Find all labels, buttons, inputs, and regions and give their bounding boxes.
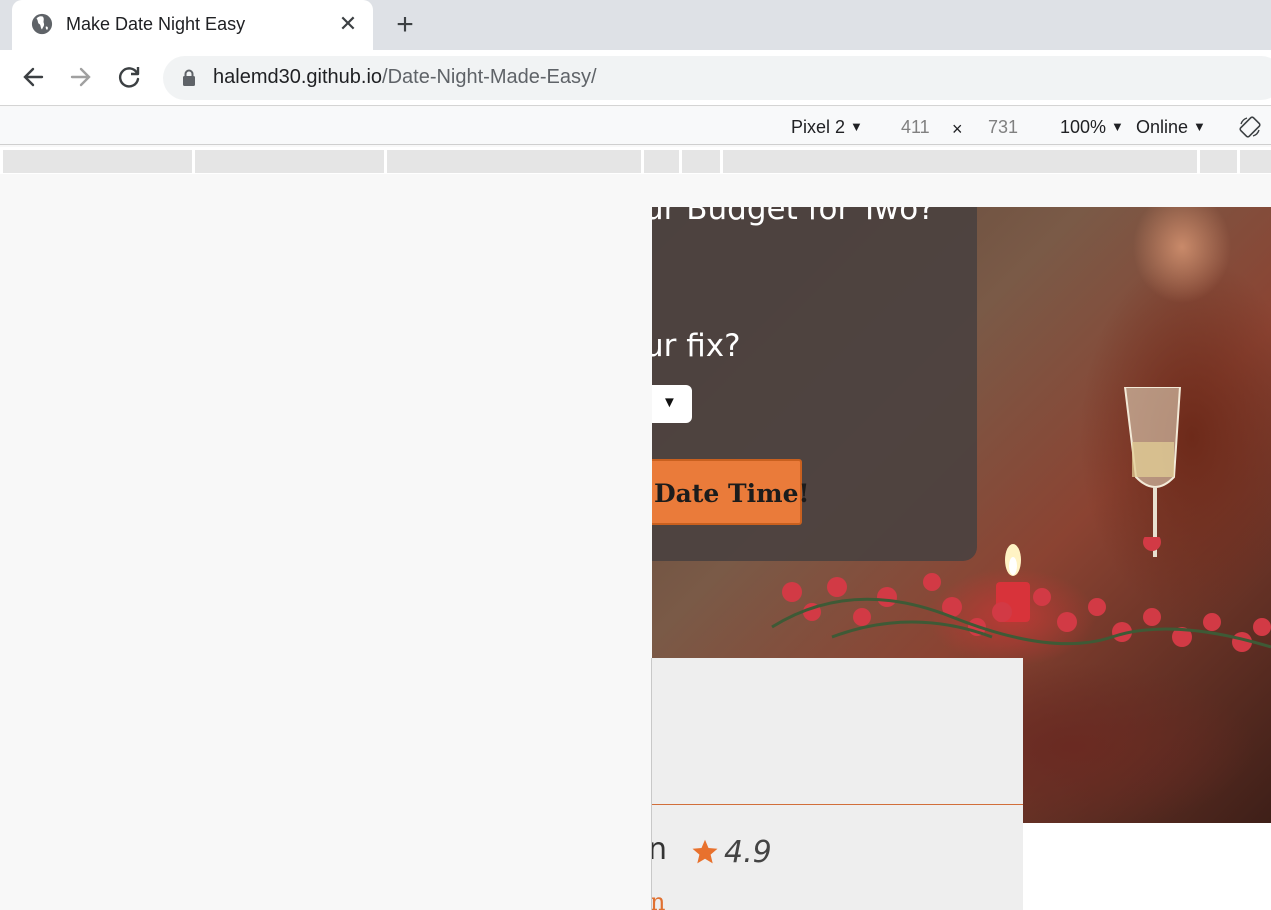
result-name: n <box>652 832 668 867</box>
media-query-segment[interactable] <box>195 150 384 173</box>
forward-arrow-icon[interactable] <box>66 62 96 92</box>
category-select[interactable]: ▼ <box>652 385 692 423</box>
back-arrow-icon[interactable] <box>18 62 48 92</box>
result-rating: 4.9 <box>724 835 772 870</box>
zoom-value: 100% <box>1060 117 1107 137</box>
media-query-segment[interactable] <box>644 150 679 173</box>
category-question-label: ur fix? <box>652 328 741 364</box>
device-toolbar: Pixel 2 ▼ 411 × 731 100% ▼ Online ▼ <box>0 107 1271 145</box>
url-path: /Date-Night-Made-Easy/ <box>382 66 597 88</box>
media-query-segment[interactable] <box>682 150 720 173</box>
dropdown-caret-icon: ▼ <box>850 119 863 134</box>
zoom-select[interactable]: 100% ▼ <box>1060 117 1124 138</box>
media-query-segment[interactable] <box>723 150 1197 173</box>
network-throttle-select[interactable]: Online ▼ <box>1136 117 1206 138</box>
submit-button-label: Date Time! <box>654 479 810 508</box>
dropdown-caret-icon: ▼ <box>1193 119 1206 134</box>
budget-question-label: ur Budget for Two? <box>652 207 935 227</box>
date-time-submit-button[interactable]: Date Time! <box>652 459 809 525</box>
result-card: n 4.9 n <box>652 658 1023 910</box>
lock-icon <box>183 69 195 86</box>
search-form-panel: ur Budget for Two? ur fix? ▼ Date Time! <box>652 207 977 561</box>
star-icon <box>692 839 718 864</box>
media-query-bar <box>0 147 1271 174</box>
browser-tab[interactable]: Make Date Night Easy ✕ <box>12 0 373 50</box>
dropdown-caret-icon: ▼ <box>662 394 677 411</box>
network-value: Online <box>1136 117 1189 137</box>
result-divider <box>652 804 1023 805</box>
result-link[interactable]: n <box>652 888 665 910</box>
viewport-height-input[interactable]: 731 <box>988 117 1018 138</box>
device-screen[interactable]: ur Budget for Two? ur fix? ▼ Date Time! … <box>652 207 1271 910</box>
media-query-segment[interactable] <box>1240 150 1271 173</box>
device-select[interactable]: Pixel 2 ▼ <box>791 117 863 138</box>
close-icon[interactable]: ✕ <box>337 12 359 36</box>
dropdown-caret-icon: ▼ <box>1111 119 1124 134</box>
rotate-device-icon[interactable] <box>1238 115 1262 139</box>
address-bar[interactable]: halemd30.github.io/Date-Night-Made-Easy/ <box>163 56 1271 100</box>
media-query-segment[interactable] <box>3 150 192 173</box>
viewport-width-input[interactable]: 411 <box>901 117 930 138</box>
browser-toolbar: halemd30.github.io/Date-Night-Made-Easy/ <box>0 50 1271 106</box>
tab-title: Make Date Night Easy <box>66 14 246 34</box>
media-query-segment[interactable] <box>387 150 641 173</box>
tab-strip: Make Date Night Easy ✕ + <box>0 0 1271 50</box>
device-name: Pixel 2 <box>791 117 846 137</box>
url-text[interactable]: halemd30.github.io/Date-Night-Made-Easy/ <box>213 66 597 89</box>
dimension-separator: × <box>952 119 963 139</box>
reload-icon[interactable] <box>114 62 144 92</box>
new-tab-button[interactable]: + <box>392 10 418 40</box>
url-host: halemd30.github.io <box>213 66 383 88</box>
globe-icon <box>31 13 53 35</box>
media-query-segment[interactable] <box>1200 150 1237 173</box>
